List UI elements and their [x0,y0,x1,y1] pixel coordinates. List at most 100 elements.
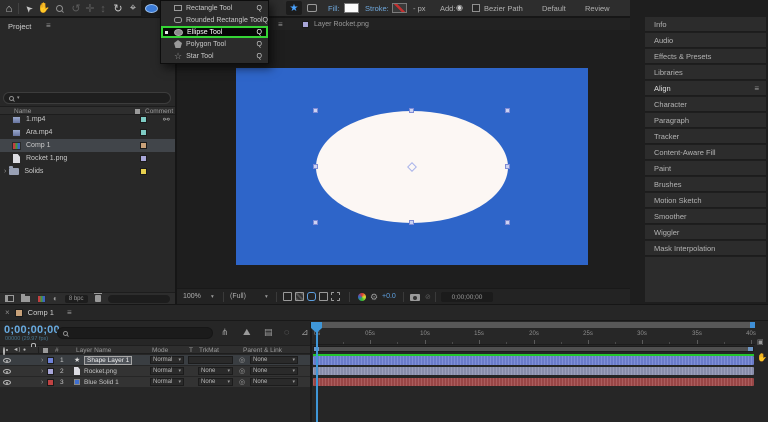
column-layer-name[interactable]: Layer Name [76,347,111,354]
column-trkmat[interactable]: TrkMat [199,347,219,354]
project-search-input[interactable] [23,95,153,102]
current-timecode[interactable]: 0;00;00;00 [4,324,60,336]
ellipse-tool-active[interactable] [141,0,161,17]
label-swatch[interactable] [47,368,54,375]
panel-tab-brushes[interactable]: Brushes [645,177,766,192]
zoom-handle-right[interactable] [750,322,755,328]
handle-bottom-right[interactable] [505,220,510,225]
rotation-tool-icon[interactable]: ↻ [111,0,125,17]
column-mode[interactable]: Mode [152,347,168,354]
panel-tab-character[interactable]: Character [645,97,766,112]
new-composition-icon[interactable] [37,295,46,303]
pickwhip-icon[interactable]: ◎ [239,367,245,375]
twirl-icon[interactable]: › [41,357,43,364]
project-row-comp1[interactable]: Comp 1 [0,139,175,152]
fill-swatch[interactable] [344,3,359,13]
layer-bar-rocket-png[interactable] [313,367,754,375]
choose-view-layout-icon[interactable] [283,292,292,301]
fill-label[interactable]: Fill: [328,4,340,13]
eye-icon[interactable] [3,358,11,363]
magnification-dropdown[interactable]: 100% [183,293,201,300]
panel-menu-icon[interactable]: ≡ [754,84,759,93]
twirl-icon[interactable]: › [41,368,43,375]
menu-item-star-tool[interactable]: ☆ Star Tool Q [161,50,268,62]
panel-tab-info[interactable]: Info [645,17,766,32]
region-of-interest-icon[interactable] [319,292,328,301]
audio-column-icon[interactable]: ◄) [13,347,20,353]
label-swatch[interactable] [140,155,147,162]
home-icon[interactable]: ⌂ [2,0,16,17]
project-row-aramp4[interactable]: Ara.mp4 [0,126,175,139]
handle-top-right[interactable] [505,108,510,113]
stroke-swatch[interactable] [392,3,407,13]
panel-tab-audio[interactable]: Audio [645,33,766,48]
project-tab[interactable]: Project [8,22,31,31]
motion-blur-icon[interactable]: ◌ [284,328,289,337]
orbit-camera-tool-icon[interactable]: ↺ [69,0,83,17]
column-number[interactable]: # [55,347,59,354]
project-row-solids[interactable]: › Solids [0,165,175,178]
comp-marker-icon[interactable]: ▣ [757,338,764,346]
frame-blending-icon[interactable]: ▤ [264,328,273,337]
eye-icon[interactable] [3,369,11,374]
layer-row-blue-solid-1[interactable]: › 3 Blue Solid 1 Normal▾ None▾ ◎ None▾ [0,377,310,387]
twirl-icon[interactable]: › [41,379,43,386]
handle-top-left[interactable] [313,108,318,113]
menu-item-rounded-rectangle-tool[interactable]: Rounded Rectangle Tool Q [161,14,268,26]
timeline-search-box[interactable] [57,327,213,339]
panel-tab-motion-sketch[interactable]: Motion Sketch [645,193,766,208]
grid-guides-icon[interactable] [331,292,340,301]
draft-3d-icon[interactable]: ⛰ [243,328,251,337]
adjust-icon[interactable]: ◐ [53,294,58,304]
handle-mid-left[interactable] [313,164,318,169]
panel-tab-effects-presets[interactable]: Effects & Presets [645,49,766,64]
hierarchy-icon[interactable]: ⚯ [163,115,170,124]
layer-bar-shape-layer-1[interactable] [313,356,754,365]
gear-icon[interactable]: ⚙ [370,292,378,303]
layer-row-rocket-png[interactable]: › 2 Rocket.png Normal▾ None▾ ◎ None▾ [0,366,310,376]
handle-bottom-left[interactable] [313,220,318,225]
composition-canvas[interactable] [236,68,588,265]
workspace-tab-default[interactable]: Default [542,4,566,13]
handle-mid-right[interactable] [505,164,510,169]
show-snapshot-icon[interactable]: ⊘ [425,293,431,301]
handle-bottom-center[interactable] [409,220,414,225]
workspace-tab-review[interactable]: Review [585,4,610,13]
panel-tab-smoother[interactable]: Smoother [645,209,766,224]
label-swatch[interactable] [140,142,147,149]
transparency-grid-icon[interactable] [295,292,304,301]
twirl-icon[interactable]: › [4,168,6,175]
hand-scroll-icon[interactable]: ✋ [757,353,767,362]
mask-visibility-icon[interactable] [307,292,316,301]
scrollbar-thumb[interactable] [313,322,754,328]
label-swatch[interactable] [47,379,54,386]
tool-creates-mask-button[interactable] [304,1,320,15]
resolution-dropdown[interactable]: (Full) [230,293,246,300]
menu-item-ellipse-tool[interactable]: Ellipse Tool Q [161,26,268,38]
close-icon[interactable]: × [5,308,10,317]
tool-creates-shape-button[interactable]: ★ [286,1,302,15]
dolly-camera-tool-icon[interactable]: ↕ [97,0,109,17]
pickwhip-icon[interactable]: ◎ [239,378,245,386]
label-swatch[interactable] [47,357,54,364]
solo-column-icon[interactable]: ● [23,347,26,353]
panel-menu-icon[interactable]: ≡ [278,20,283,29]
color-management-icon[interactable] [358,293,366,301]
timeline-tab-label[interactable]: Comp 1 [28,308,54,317]
stroke-label[interactable]: Stroke: [365,4,389,13]
pickwhip-icon[interactable]: ◎ [239,356,245,364]
column-t[interactable]: T [189,347,193,354]
layer-name[interactable]: Rocket.png [84,368,117,375]
layer-row-shape-layer-1[interactable]: › 1 ★ Shape Layer 1 Normal▾ ◎ None▾ [0,355,310,365]
exposure-value[interactable]: +0.0 [382,293,396,300]
timeline-zoom-scrollbar[interactable] [312,322,755,328]
parent-dropdown[interactable]: None▾ [250,378,298,386]
trkmat-dropdown[interactable]: None▾ [198,367,233,375]
label-swatch[interactable] [140,116,147,123]
panel-tab-wiggler[interactable]: Wiggler [645,225,766,240]
panel-tab-mask-interpolation[interactable]: Mask Interpolation [645,241,766,256]
panel-tab-content-aware-fill[interactable]: Content-Aware Fill [645,145,766,160]
hand-tool-icon[interactable]: ✋ [37,0,51,17]
work-area-bar[interactable] [313,346,754,352]
label-swatch[interactable] [140,168,147,175]
